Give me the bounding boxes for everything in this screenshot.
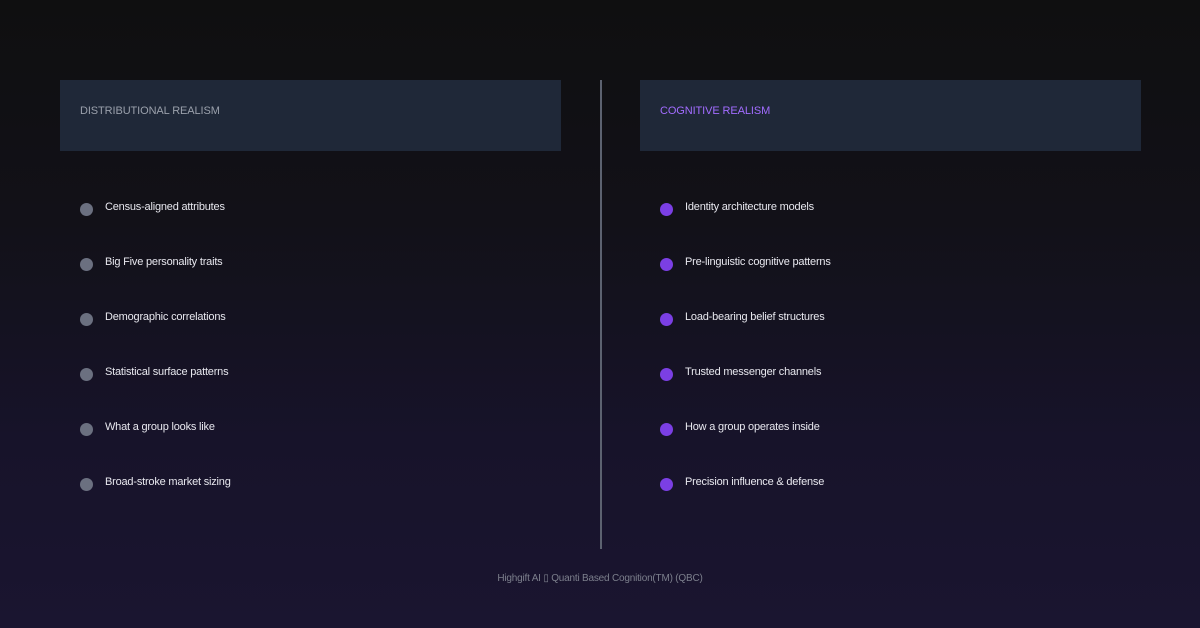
bullet-dot-icon bbox=[660, 423, 673, 436]
list-item-label: How a group operates inside bbox=[685, 421, 820, 433]
bullet-dot-icon bbox=[80, 313, 93, 326]
list-item-label: Statistical surface patterns bbox=[105, 366, 229, 378]
bullet-dot-icon bbox=[660, 258, 673, 271]
distributional-realism-title: DISTRIBUTIONAL REALISM bbox=[80, 105, 220, 117]
bullet-dot-icon bbox=[80, 203, 93, 216]
list-item-label: Precision influence & defense bbox=[685, 476, 825, 488]
list-item-label: Load-bearing belief structures bbox=[685, 311, 825, 323]
list-item-label: Trusted messenger channels bbox=[685, 366, 822, 378]
bullet-dot-icon bbox=[660, 368, 673, 381]
bullet-dot-icon bbox=[80, 258, 93, 271]
list-item-label: Census-aligned attributes bbox=[105, 201, 225, 213]
list-item-label: Identity architecture models bbox=[685, 201, 814, 213]
column-divider bbox=[600, 80, 602, 549]
bullet-dot-icon bbox=[80, 478, 93, 491]
list-item-label: Pre-linguistic cognitive patterns bbox=[685, 256, 831, 268]
list-item-label: Big Five personality traits bbox=[105, 256, 223, 268]
footer-text: Highgift AI ▯ Quanti Based Cognition(TM)… bbox=[497, 573, 703, 584]
cognitive-realism-title: COGNITIVE REALISM bbox=[660, 105, 771, 117]
bullet-dot-icon bbox=[660, 313, 673, 326]
bullet-dot-icon bbox=[660, 478, 673, 491]
cognitive-realism-header: COGNITIVE REALISM bbox=[640, 80, 1141, 151]
bullet-dot-icon bbox=[80, 423, 93, 436]
list-item-label: Broad-stroke market sizing bbox=[105, 476, 231, 488]
bullet-dot-icon bbox=[660, 203, 673, 216]
list-item-label: Demographic correlations bbox=[105, 311, 226, 323]
list-item-label: What a group looks like bbox=[105, 421, 215, 433]
distributional-realism-header: DISTRIBUTIONAL REALISM bbox=[60, 80, 561, 151]
bullet-dot-icon bbox=[80, 368, 93, 381]
